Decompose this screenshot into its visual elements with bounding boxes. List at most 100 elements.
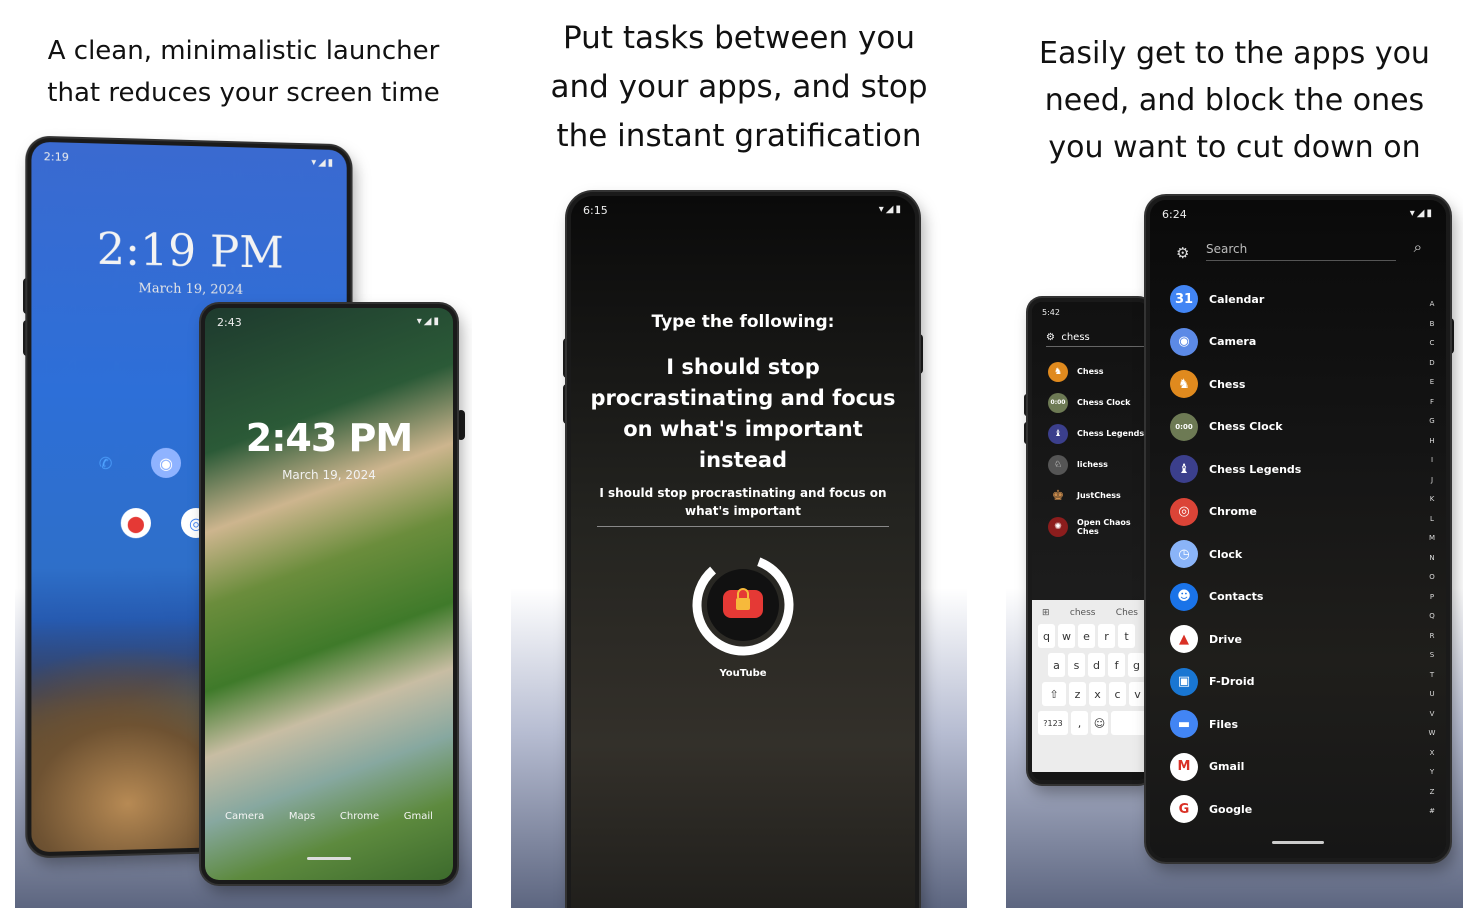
key[interactable]: z bbox=[1069, 682, 1086, 706]
emoji-key[interactable]: ☺ bbox=[1091, 711, 1108, 735]
alphabet-letter[interactable]: P bbox=[1426, 593, 1438, 613]
camera-icon[interactable]: ◉ bbox=[150, 447, 182, 478]
app-label: Calendar bbox=[1209, 292, 1265, 306]
app-list-item[interactable]: G Google bbox=[1170, 788, 1416, 831]
alphabet-letter[interactable]: H bbox=[1426, 437, 1438, 457]
app-list-item[interactable]: 0:00 Chess Clock bbox=[1170, 406, 1416, 449]
key[interactable]: s bbox=[1068, 653, 1085, 677]
chess-icon: ♞ bbox=[1170, 370, 1198, 399]
alphabet-letter[interactable]: O bbox=[1426, 573, 1438, 593]
key[interactable]: w bbox=[1058, 624, 1075, 648]
alphabet-letter[interactable]: C bbox=[1426, 339, 1438, 359]
alphabet-letter[interactable]: F bbox=[1426, 398, 1438, 418]
app-list-item[interactable]: ☻ Contacts bbox=[1170, 576, 1416, 619]
app-list-item[interactable]: ♝ Chess Legends bbox=[1170, 448, 1416, 491]
gear-icon[interactable]: ⚙ bbox=[1046, 332, 1055, 343]
alphabet-letter[interactable]: U bbox=[1426, 690, 1438, 710]
alphabet-letter[interactable]: L bbox=[1426, 515, 1438, 535]
search-input[interactable]: Search bbox=[1206, 242, 1396, 261]
result-item[interactable]: ♝ Chess Legends bbox=[1048, 418, 1148, 449]
key[interactable]: t bbox=[1118, 624, 1135, 648]
alphabet-letter[interactable]: X bbox=[1426, 749, 1438, 769]
keyboard-suggestions: ⊞ chess Ches bbox=[1036, 606, 1144, 624]
app-list-item[interactable]: ◎ Chrome bbox=[1170, 491, 1416, 534]
alphabet-letter[interactable]: M bbox=[1426, 534, 1438, 554]
alphabet-letter[interactable]: R bbox=[1426, 632, 1438, 652]
key[interactable]: g bbox=[1128, 653, 1145, 677]
suggestion[interactable]: chess bbox=[1070, 608, 1096, 618]
alphabet-letter[interactable]: B bbox=[1426, 320, 1438, 340]
app-list-item[interactable]: M Gmail bbox=[1170, 746, 1416, 789]
grid-icon[interactable]: ⊞ bbox=[1042, 608, 1050, 618]
dock-app-gmail[interactable]: Gmail bbox=[404, 811, 433, 822]
alphabet-letter[interactable]: Q bbox=[1426, 612, 1438, 632]
key[interactable]: e bbox=[1078, 624, 1095, 648]
alphabet-letter[interactable]: Y bbox=[1426, 768, 1438, 788]
symbols-key[interactable]: ?123 bbox=[1038, 711, 1068, 735]
app-list-item[interactable]: ▲ Drive bbox=[1170, 618, 1416, 661]
space-key[interactable] bbox=[1111, 711, 1147, 735]
phone-icon[interactable]: ✆ bbox=[90, 448, 120, 478]
comma-key[interactable]: , bbox=[1071, 711, 1088, 735]
chess-clock-icon: 0:00 bbox=[1170, 412, 1198, 441]
app-list-item[interactable]: 31 Calendar bbox=[1170, 278, 1416, 321]
key[interactable]: r bbox=[1098, 624, 1115, 648]
key[interactable]: q bbox=[1038, 624, 1055, 648]
key[interactable]: d bbox=[1088, 653, 1105, 677]
gesture-bar[interactable] bbox=[307, 857, 351, 860]
status-time: 5:42 bbox=[1042, 308, 1060, 317]
key[interactable]: a bbox=[1048, 653, 1065, 677]
app-list-item[interactable]: ▬ Files bbox=[1170, 703, 1416, 746]
dock-app-chrome[interactable]: Chrome bbox=[340, 811, 379, 822]
dock-app-maps[interactable]: Maps bbox=[289, 811, 315, 822]
alphabet-letter[interactable]: W bbox=[1426, 729, 1438, 749]
result-item[interactable]: ♚ JustChess bbox=[1048, 480, 1148, 511]
result-item[interactable]: ♞ Chess bbox=[1048, 356, 1148, 387]
alphabet-letter[interactable]: G bbox=[1426, 417, 1438, 437]
suggestion[interactable]: Ches bbox=[1116, 608, 1138, 618]
search-icon[interactable]: ⌕ bbox=[1414, 238, 1422, 256]
app-list-item[interactable]: ♞ Chess bbox=[1170, 363, 1416, 406]
alphabet-letter[interactable]: Z bbox=[1426, 788, 1438, 808]
challenge-phrase: I should stop procrastinating and focus … bbox=[590, 355, 896, 472]
result-item[interactable]: ♘ lichess bbox=[1048, 449, 1148, 480]
alphabet-scroller[interactable]: A B C D E F G H I J K L M N O P Q R S T U V W X Y Z # bbox=[1426, 300, 1438, 827]
coastline-wallpaper bbox=[205, 308, 453, 880]
result-item[interactable]: ✺ Open Chaos Ches bbox=[1048, 511, 1148, 542]
alphabet-letter[interactable]: K bbox=[1426, 495, 1438, 515]
keyboard-row: q w e r t bbox=[1036, 624, 1144, 648]
alphabet-letter[interactable]: # bbox=[1426, 807, 1438, 827]
panel-task-barrier: Put tasks between you and your apps, and… bbox=[511, 0, 967, 908]
alphabet-letter[interactable]: D bbox=[1426, 359, 1438, 379]
caption-line: A clean, minimalistic launcher bbox=[47, 36, 440, 66]
maps-icon[interactable]: ⬤ bbox=[120, 508, 151, 539]
alphabet-letter[interactable]: T bbox=[1426, 671, 1438, 691]
app-list-item[interactable]: ◷ Clock bbox=[1170, 533, 1416, 576]
panel2-caption: Put tasks between you and your apps, and… bbox=[511, 14, 967, 161]
search-query: chess bbox=[1061, 332, 1090, 343]
caption-line: and your apps, and stop bbox=[550, 69, 928, 105]
alphabet-letter[interactable]: S bbox=[1426, 651, 1438, 671]
shift-key[interactable]: ⇧ bbox=[1042, 682, 1066, 706]
gesture-bar[interactable] bbox=[1272, 841, 1324, 844]
gear-icon[interactable]: ⚙ bbox=[1176, 244, 1189, 262]
key[interactable]: v bbox=[1129, 682, 1146, 706]
panel-app-list: Easily get to the apps you need, and blo… bbox=[1006, 0, 1463, 908]
alphabet-letter[interactable]: N bbox=[1426, 554, 1438, 574]
app-list-item[interactable]: ▣ F-Droid bbox=[1170, 661, 1416, 704]
search-field[interactable]: ⚙ chess bbox=[1046, 332, 1148, 347]
alphabet-letter[interactable]: E bbox=[1426, 378, 1438, 398]
dock-app-camera[interactable]: Camera bbox=[225, 811, 264, 822]
status-time: 2:19 bbox=[43, 150, 69, 164]
key[interactable]: c bbox=[1109, 682, 1126, 706]
alphabet-letter[interactable]: I bbox=[1426, 456, 1438, 476]
result-item[interactable]: 0:00 Chess Clock bbox=[1048, 387, 1148, 418]
challenge-input[interactable]: I should stop procrastinating and focus … bbox=[597, 484, 889, 527]
key[interactable]: x bbox=[1089, 682, 1106, 706]
alphabet-letter[interactable]: A bbox=[1426, 300, 1438, 320]
alphabet-letter[interactable]: V bbox=[1426, 710, 1438, 730]
app-list-item[interactable]: ◉ Camera bbox=[1170, 321, 1416, 364]
search-results: ♞ Chess 0:00 Chess Clock ♝ Chess Legends ♘ l… bbox=[1048, 356, 1148, 542]
alphabet-letter[interactable]: J bbox=[1426, 476, 1438, 496]
key[interactable]: f bbox=[1108, 653, 1125, 677]
